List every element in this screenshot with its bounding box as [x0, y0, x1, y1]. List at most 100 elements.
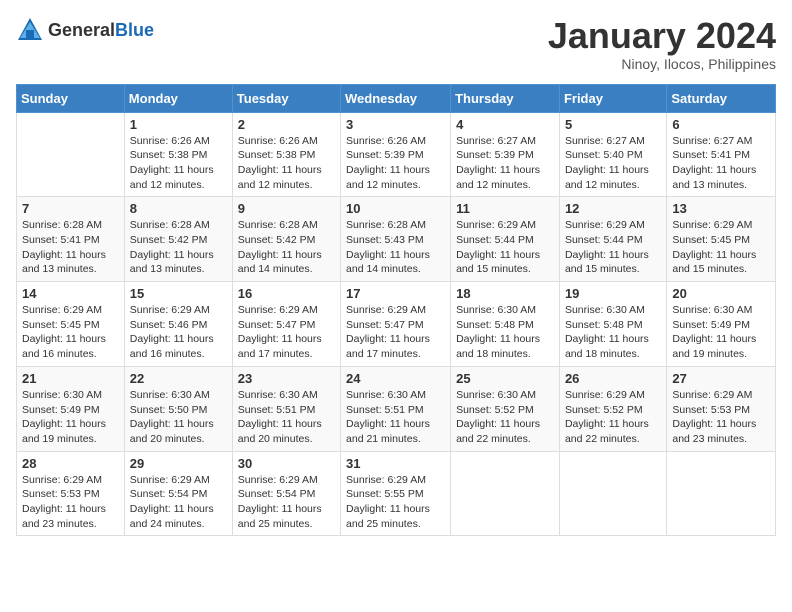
day-info: Sunrise: 6:29 AM Sunset: 5:47 PM Dayligh…: [346, 303, 445, 362]
calendar-cell: [17, 112, 125, 197]
calendar-cell: 23 Sunrise: 6:30 AM Sunset: 5:51 PM Dayli…: [232, 366, 340, 451]
day-number: 7: [22, 201, 119, 216]
logo-text-blue: Blue: [115, 20, 154, 40]
day-info: Sunrise: 6:26 AM Sunset: 5:39 PM Dayligh…: [346, 134, 445, 193]
day-info: Sunrise: 6:30 AM Sunset: 5:48 PM Dayligh…: [565, 303, 661, 362]
calendar-cell: 9 Sunrise: 6:28 AM Sunset: 5:42 PM Daylig…: [232, 197, 340, 282]
day-info: Sunrise: 6:30 AM Sunset: 5:52 PM Dayligh…: [456, 388, 554, 447]
calendar-cell: 30 Sunrise: 6:29 AM Sunset: 5:54 PM Dayli…: [232, 451, 340, 536]
day-info: Sunrise: 6:29 AM Sunset: 5:55 PM Dayligh…: [346, 473, 445, 532]
day-number: 19: [565, 286, 661, 301]
calendar-cell: 6 Sunrise: 6:27 AM Sunset: 5:41 PM Daylig…: [667, 112, 776, 197]
calendar-cell: 15 Sunrise: 6:29 AM Sunset: 5:46 PM Dayli…: [124, 282, 232, 367]
day-info: Sunrise: 6:28 AM Sunset: 5:43 PM Dayligh…: [346, 218, 445, 277]
calendar: SundayMondayTuesdayWednesdayThursdayFrid…: [16, 84, 776, 537]
calendar-cell: [667, 451, 776, 536]
calendar-cell: 16Sunrise: 6:29 AM Sunset: 5:47 PM Dayli…: [232, 282, 340, 367]
day-number: 2: [238, 117, 335, 132]
day-info: Sunrise: 6:29 AM Sunset: 5:54 PM Dayligh…: [238, 473, 335, 532]
day-number: 6: [672, 117, 770, 132]
day-info: Sunrise: 6:29 AM Sunset: 5:45 PM Dayligh…: [672, 218, 770, 277]
day-number: 20: [672, 286, 770, 301]
day-number: 14: [22, 286, 119, 301]
day-number: 24: [346, 371, 445, 386]
day-info: Sunrise: 6:29 AM Sunset: 5:53 PM Dayligh…: [22, 473, 119, 532]
day-info: Sunrise: 6:27 AM Sunset: 5:41 PM Dayligh…: [672, 134, 770, 193]
calendar-cell: 19 Sunrise: 6:30 AM Sunset: 5:48 PM Dayli…: [559, 282, 666, 367]
calendar-cell: 1 Sunrise: 6:26 AM Sunset: 5:38 PM Daylig…: [124, 112, 232, 197]
calendar-cell: [451, 451, 560, 536]
day-number: 4: [456, 117, 554, 132]
day-number: 15: [130, 286, 227, 301]
day-number: 9: [238, 201, 335, 216]
day-number: 29: [130, 456, 227, 471]
day-info: Sunrise: 6:29 AM Sunset: 5:44 PM Dayligh…: [565, 218, 661, 277]
day-number: 28: [22, 456, 119, 471]
day-info: Sunrise: 6:27 AM Sunset: 5:39 PM Dayligh…: [456, 134, 554, 193]
calendar-cell: 26 Sunrise: 6:29 AM Sunset: 5:52 PM Dayli…: [559, 366, 666, 451]
day-info: Sunrise: 6:30 AM Sunset: 5:51 PM Dayligh…: [346, 388, 445, 447]
day-info: Sunrise: 6:28 AM Sunset: 5:42 PM Dayligh…: [130, 218, 227, 277]
day-info: Sunrise: 6:30 AM Sunset: 5:48 PM Dayligh…: [456, 303, 554, 362]
calendar-cell: 18 Sunrise: 6:30 AM Sunset: 5:48 PM Dayli…: [451, 282, 560, 367]
day-number: 13: [672, 201, 770, 216]
title-section: January 2024 Ninoy, Ilocos, Philippines: [548, 16, 776, 72]
calendar-week-row: 1 Sunrise: 6:26 AM Sunset: 5:38 PM Daylig…: [17, 112, 776, 197]
calendar-cell: 4 Sunrise: 6:27 AM Sunset: 5:39 PM Daylig…: [451, 112, 560, 197]
calendar-cell: 3 Sunrise: 6:26 AM Sunset: 5:39 PM Daylig…: [341, 112, 451, 197]
day-number: 18: [456, 286, 554, 301]
day-number: 5: [565, 117, 661, 132]
day-info: Sunrise: 6:30 AM Sunset: 5:49 PM Dayligh…: [672, 303, 770, 362]
day-number: 11: [456, 201, 554, 216]
calendar-day-header: Saturday: [667, 84, 776, 112]
calendar-cell: 11Sunrise: 6:29 AM Sunset: 5:44 PM Dayli…: [451, 197, 560, 282]
logo-text-general: General: [48, 20, 115, 40]
day-info: Sunrise: 6:30 AM Sunset: 5:50 PM Dayligh…: [130, 388, 227, 447]
logo-icon: [16, 16, 44, 44]
calendar-cell: 25 Sunrise: 6:30 AM Sunset: 5:52 PM Dayli…: [451, 366, 560, 451]
day-number: 17: [346, 286, 445, 301]
calendar-cell: 24 Sunrise: 6:30 AM Sunset: 5:51 PM Dayli…: [341, 366, 451, 451]
day-info: Sunrise: 6:30 AM Sunset: 5:49 PM Dayligh…: [22, 388, 119, 447]
day-number: 1: [130, 117, 227, 132]
day-number: 23: [238, 371, 335, 386]
day-info: Sunrise: 6:28 AM Sunset: 5:42 PM Dayligh…: [238, 218, 335, 277]
day-info: Sunrise: 6:30 AM Sunset: 5:51 PM Dayligh…: [238, 388, 335, 447]
day-info: Sunrise: 6:26 AM Sunset: 5:38 PM Dayligh…: [130, 134, 227, 193]
month-title: January 2024: [548, 16, 776, 56]
calendar-day-header: Monday: [124, 84, 232, 112]
calendar-day-header: Friday: [559, 84, 666, 112]
calendar-week-row: 14 Sunrise: 6:29 AM Sunset: 5:45 PM Dayli…: [17, 282, 776, 367]
day-number: 21: [22, 371, 119, 386]
day-info: Sunrise: 6:27 AM Sunset: 5:40 PM Dayligh…: [565, 134, 661, 193]
calendar-cell: 21 Sunrise: 6:30 AM Sunset: 5:49 PM Dayli…: [17, 366, 125, 451]
calendar-header-row: SundayMondayTuesdayWednesdayThursdayFrid…: [17, 84, 776, 112]
calendar-cell: 14 Sunrise: 6:29 AM Sunset: 5:45 PM Dayli…: [17, 282, 125, 367]
day-info: Sunrise: 6:29 AM Sunset: 5:45 PM Dayligh…: [22, 303, 119, 362]
day-number: 3: [346, 117, 445, 132]
calendar-cell: 12 Sunrise: 6:29 AM Sunset: 5:44 PM Dayli…: [559, 197, 666, 282]
day-number: 27: [672, 371, 770, 386]
calendar-cell: 20 Sunrise: 6:30 AM Sunset: 5:49 PM Dayli…: [667, 282, 776, 367]
day-info: Sunrise: 6:29 AM Sunset: 5:52 PM Dayligh…: [565, 388, 661, 447]
calendar-day-header: Tuesday: [232, 84, 340, 112]
logo: GeneralBlue: [16, 16, 154, 44]
day-info: Sunrise: 6:28 AM Sunset: 5:41 PM Dayligh…: [22, 218, 119, 277]
calendar-cell: 22Sunrise: 6:30 AM Sunset: 5:50 PM Dayli…: [124, 366, 232, 451]
calendar-day-header: Thursday: [451, 84, 560, 112]
calendar-cell: 5 Sunrise: 6:27 AM Sunset: 5:40 PM Daylig…: [559, 112, 666, 197]
calendar-day-header: Wednesday: [341, 84, 451, 112]
day-number: 12: [565, 201, 661, 216]
calendar-day-header: Sunday: [17, 84, 125, 112]
day-info: Sunrise: 6:29 AM Sunset: 5:46 PM Dayligh…: [130, 303, 227, 362]
day-number: 25: [456, 371, 554, 386]
calendar-cell: 7 Sunrise: 6:28 AM Sunset: 5:41 PM Daylig…: [17, 197, 125, 282]
day-number: 26: [565, 371, 661, 386]
page-header: GeneralBlue January 2024 Ninoy, Ilocos, …: [16, 16, 776, 72]
calendar-week-row: 28 Sunrise: 6:29 AM Sunset: 5:53 PM Dayli…: [17, 451, 776, 536]
calendar-cell: 31 Sunrise: 6:29 AM Sunset: 5:55 PM Dayli…: [341, 451, 451, 536]
day-number: 31: [346, 456, 445, 471]
calendar-cell: 13 Sunrise: 6:29 AM Sunset: 5:45 PM Dayli…: [667, 197, 776, 282]
day-info: Sunrise: 6:29 AM Sunset: 5:53 PM Dayligh…: [672, 388, 770, 447]
day-number: 30: [238, 456, 335, 471]
